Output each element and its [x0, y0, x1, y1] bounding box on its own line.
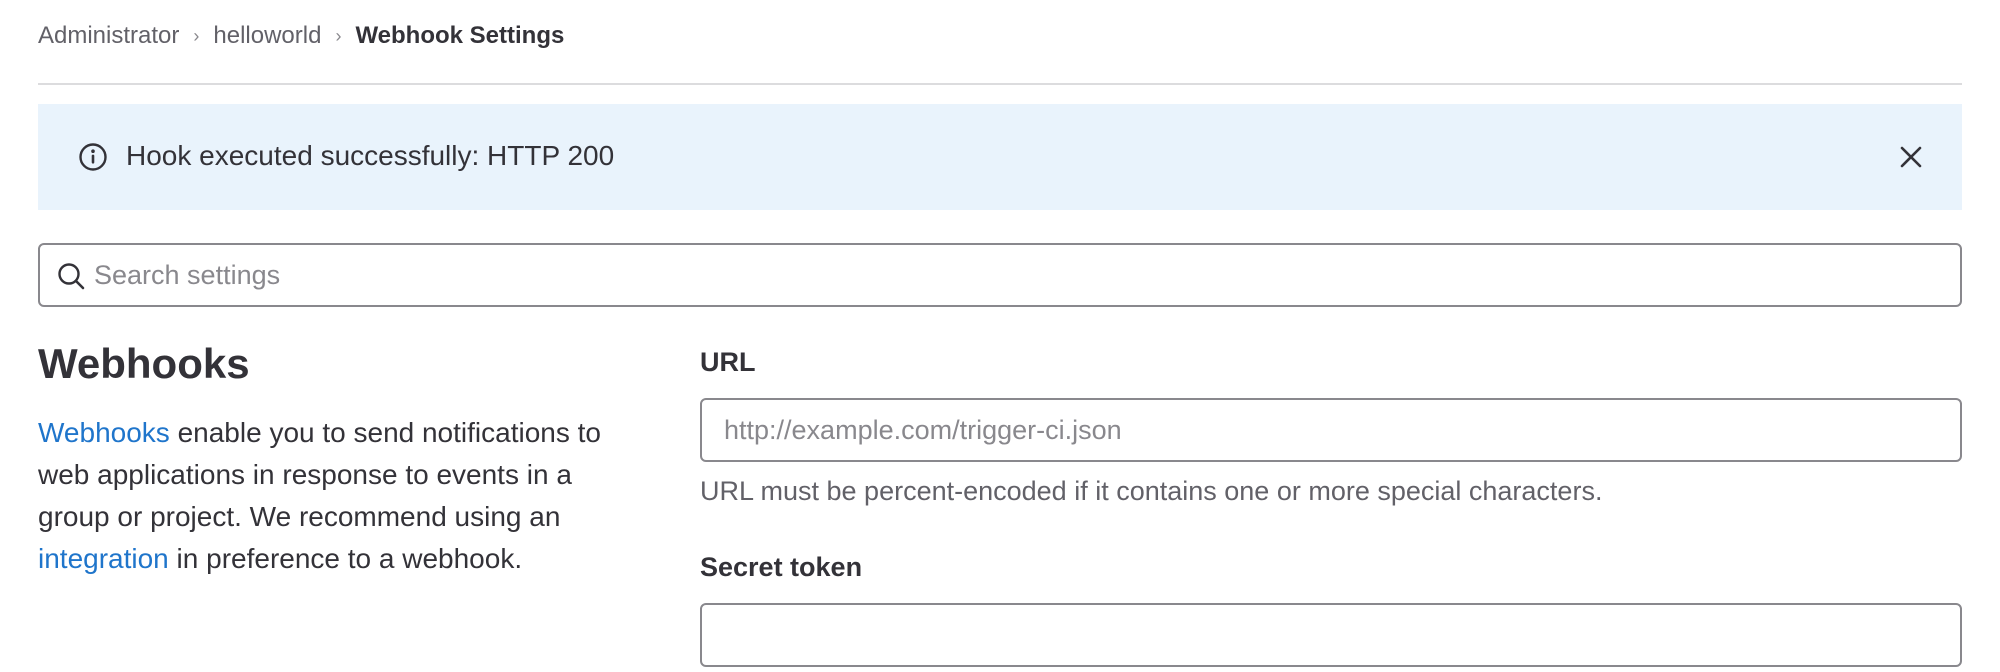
breadcrumb-item-helloworld[interactable]: helloworld — [213, 22, 321, 50]
description-text-2: in preference to a webhook. — [168, 543, 523, 574]
close-icon[interactable] — [1894, 140, 1928, 174]
search-settings-box — [38, 243, 1962, 307]
header-divider — [38, 83, 1962, 85]
url-field-wrapper — [700, 398, 1962, 462]
chevron-right-icon: › — [193, 25, 200, 46]
success-alert: Hook executed successfully: HTTP 200 — [38, 104, 1962, 210]
section-description: Webhooks enable you to send notification… — [38, 412, 638, 580]
info-circle-icon — [78, 142, 108, 172]
section-title: Webhooks — [38, 340, 250, 387]
secret-token-label: Secret token — [700, 552, 863, 582]
breadcrumb-current[interactable]: Webhook Settings — [355, 22, 564, 50]
secret-token-input[interactable] — [702, 605, 1960, 665]
webhooks-docs-link[interactable]: Webhooks — [38, 417, 170, 448]
secret-token-field-wrapper — [700, 603, 1962, 667]
search-icon — [56, 261, 86, 291]
url-label: URL — [700, 347, 756, 377]
search-input[interactable] — [94, 253, 1944, 297]
url-help-text: URL must be percent-encoded if it contai… — [700, 476, 1603, 506]
alert-message: Hook executed successfully: HTTP 200 — [126, 140, 615, 171]
url-input[interactable] — [702, 400, 1960, 460]
integration-link[interactable]: integration — [38, 543, 169, 574]
webhook-settings-page: Administrator › helloworld › Webhook Set… — [0, 0, 2000, 672]
breadcrumb: Administrator › helloworld › Webhook Set… — [38, 18, 564, 54]
chevron-right-icon: › — [335, 25, 342, 46]
breadcrumb-item-administrator[interactable]: Administrator — [38, 22, 179, 50]
